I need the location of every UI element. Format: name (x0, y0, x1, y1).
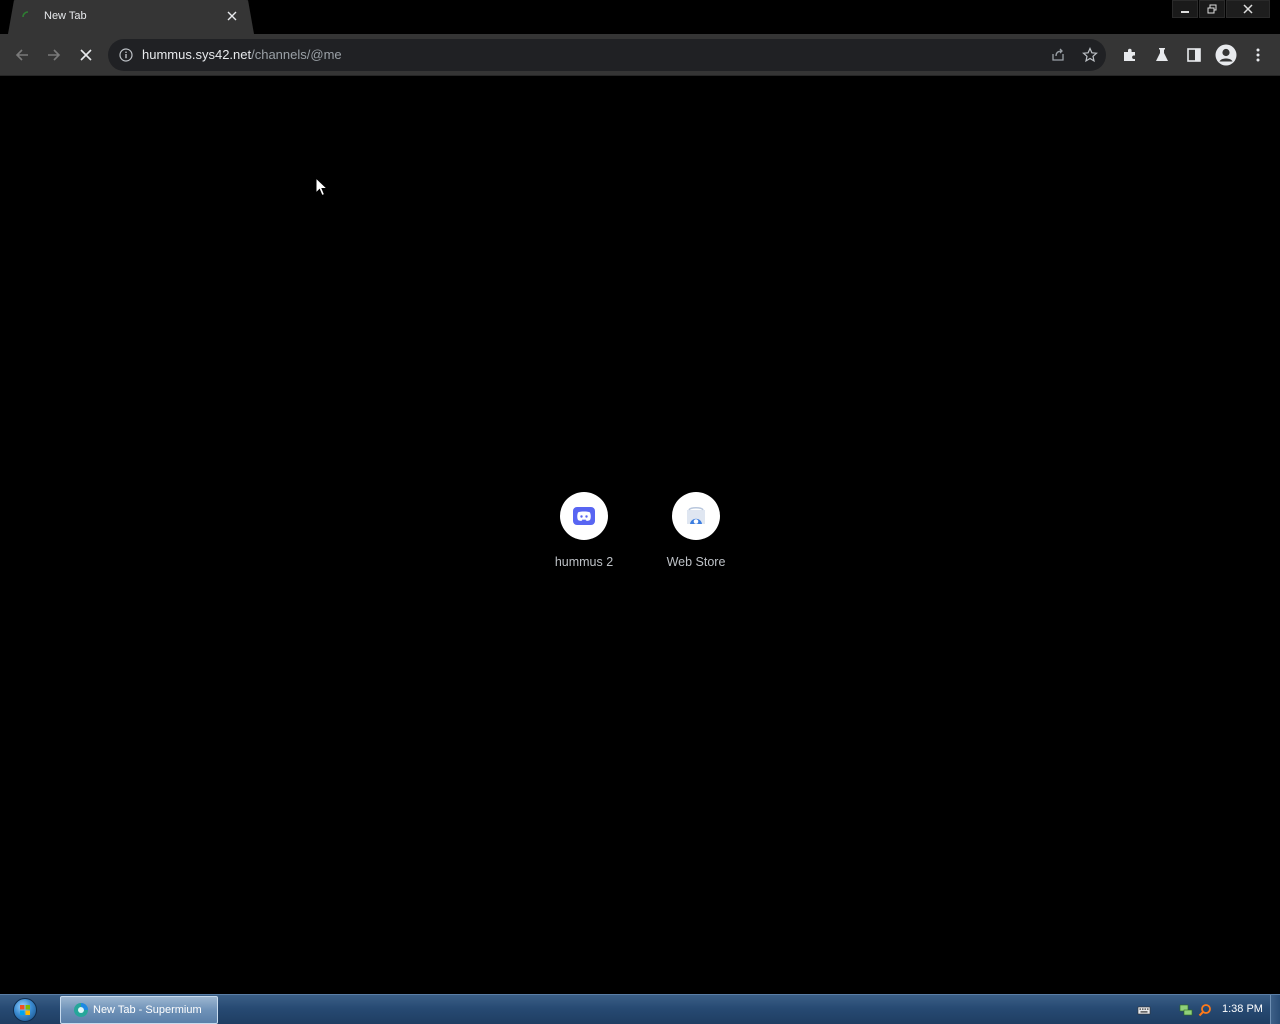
windows-logo-icon (13, 998, 37, 1022)
back-button[interactable] (10, 43, 34, 67)
extensions-button[interactable] (1120, 45, 1140, 65)
taskbar-window-button[interactable]: New Tab - Supermium (60, 996, 218, 1024)
stop-loading-button[interactable] (74, 43, 98, 67)
taskbar: New Tab - Supermium 1:38 PM (0, 994, 1280, 1024)
loading-spinner-icon (22, 11, 29, 18)
close-icon (80, 49, 92, 61)
menu-button[interactable] (1248, 45, 1268, 65)
info-icon[interactable] (119, 48, 133, 62)
flask-icon (1156, 48, 1168, 61)
forward-arrow-icon (48, 49, 61, 61)
shortcut-tile-web-store[interactable]: Web Store (640, 492, 752, 588)
taskbar-window-label: New Tab - Supermium (93, 1004, 202, 1016)
side-panel-icon (1187, 48, 1201, 62)
network-icon[interactable] (1179, 1003, 1193, 1017)
close-icon (1243, 4, 1253, 14)
tab-title: New Tab (44, 10, 87, 22)
minimize-icon (1181, 11, 1189, 13)
star-icon[interactable] (1082, 47, 1098, 63)
tab-new-tab[interactable]: New Tab (8, 0, 254, 34)
show-desktop-button[interactable] (1270, 995, 1280, 1024)
close-icon (227, 11, 237, 21)
address-bar[interactable]: hummus.sys42.net/channels/@me (108, 39, 1106, 71)
shortcut-tile-hummus-2[interactable]: hummus 2 (528, 492, 640, 588)
restore-icon (1207, 4, 1217, 14)
system-clock[interactable]: 1:38 PM (1222, 1003, 1263, 1015)
browser-toolbar: hummus.sys42.net/channels/@me (0, 34, 1280, 76)
shortcut-icon-circle (560, 492, 608, 540)
kebab-menu-icon (1256, 48, 1260, 62)
keyboard-icon[interactable] (1137, 1003, 1151, 1017)
forward-button[interactable] (42, 43, 66, 67)
url-host: hummus.sys42.net (142, 47, 252, 62)
puzzle-icon (1124, 48, 1135, 61)
mouse-cursor-icon (315, 177, 329, 197)
restore-button[interactable] (1199, 0, 1225, 18)
web-store-icon (687, 507, 705, 524)
share-icon[interactable] (1050, 47, 1066, 63)
discord-icon (573, 507, 595, 525)
supermium-browser-icon (74, 1003, 88, 1017)
back-arrow-icon (15, 49, 28, 61)
minimize-button[interactable] (1172, 0, 1198, 18)
side-panel-button[interactable] (1184, 45, 1204, 65)
close-window-button[interactable] (1226, 0, 1270, 18)
avatar-icon (1215, 44, 1237, 66)
shortcut-label: hummus 2 (554, 555, 614, 569)
shortcut-icon-circle (672, 492, 720, 540)
new-tab-page: hummus 2 Web Store (0, 77, 1280, 994)
search-icon[interactable] (1198, 1003, 1212, 1017)
labs-button[interactable] (1152, 45, 1172, 65)
tab-close-button[interactable] (224, 8, 240, 24)
start-button[interactable] (8, 996, 42, 1024)
url-text[interactable]: hummus.sys42.net/channels/@me (142, 47, 342, 62)
profile-button[interactable] (1214, 43, 1238, 67)
url-path: /channels/@me (251, 47, 342, 62)
shortcut-label: Web Store (666, 555, 726, 569)
window-controls (1171, 0, 1270, 18)
tab-strip: New Tab (0, 0, 1280, 34)
